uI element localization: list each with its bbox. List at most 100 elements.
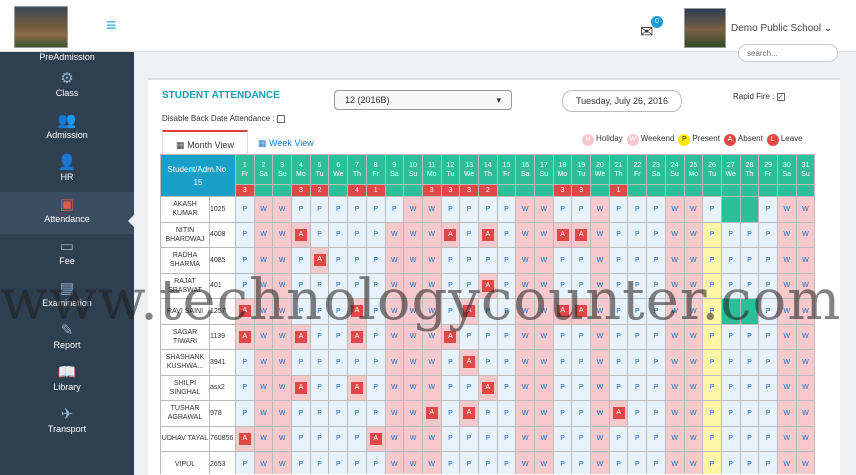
attendance-cell[interactable]: P: [309, 349, 330, 376]
attendance-cell[interactable]: P: [347, 425, 367, 452]
attendance-cell[interactable]: P: [365, 221, 386, 248]
attendance-cell[interactable]: W: [683, 451, 704, 474]
attendance-cell[interactable]: W: [253, 451, 274, 474]
attendance-cell[interactable]: P: [552, 425, 573, 452]
attendance-cell[interactable]: P: [646, 374, 666, 401]
attendance-cell[interactable]: W: [403, 374, 423, 401]
attendance-cell[interactable]: P: [477, 349, 498, 376]
attendance-cell[interactable]: P: [477, 451, 498, 474]
attendance-cell[interactable]: P: [235, 374, 255, 401]
attendance-cell[interactable]: W: [403, 221, 423, 248]
attendance-cell[interactable]: W: [776, 425, 797, 452]
attendance-cell[interactable]: W: [515, 451, 535, 474]
attendance-cell[interactable]: P: [440, 374, 461, 401]
attendance-cell[interactable]: P: [627, 221, 648, 248]
attendance-cell[interactable]: P: [496, 221, 517, 248]
attendance-cell[interactable]: W: [384, 221, 405, 248]
attendance-cell[interactable]: P: [365, 196, 386, 223]
attendance-cell[interactable]: P: [608, 349, 629, 376]
attendance-cell[interactable]: A: [347, 374, 367, 401]
attendance-cell[interactable]: P: [702, 196, 722, 223]
attendance-cell[interactable]: P: [496, 400, 517, 427]
attendance-cell[interactable]: P: [608, 451, 629, 474]
attendance-cell[interactable]: P: [496, 196, 517, 223]
attendance-cell[interactable]: P: [291, 349, 311, 376]
attendance-cell[interactable]: W: [776, 374, 797, 401]
attendance-cell[interactable]: W: [515, 374, 535, 401]
attendance-cell[interactable]: W: [272, 451, 293, 474]
attendance-cell[interactable]: W: [272, 196, 293, 223]
attendance-cell[interactable]: P: [720, 349, 741, 376]
attendance-cell[interactable]: W: [384, 400, 405, 427]
attendance-cell[interactable]: P: [347, 196, 367, 223]
attendance-cell[interactable]: W: [795, 400, 816, 427]
school-avatar[interactable]: [684, 8, 726, 48]
attendance-cell[interactable]: P: [739, 400, 760, 427]
attendance-cell[interactable]: A: [477, 374, 498, 401]
class-select[interactable]: 12 (2016B) ▾: [334, 90, 512, 110]
attendance-cell[interactable]: P: [235, 400, 255, 427]
attendance-cell[interactable]: A: [235, 425, 255, 452]
tab-week-view[interactable]: ▦ Week View: [258, 130, 314, 156]
attendance-cell[interactable]: P: [309, 374, 330, 401]
attendance-cell[interactable]: W: [776, 400, 797, 427]
attendance-cell[interactable]: P: [496, 425, 517, 452]
attendance-cell[interactable]: W: [683, 196, 704, 223]
sidebar-item-library[interactable]: 📖 Library: [0, 360, 134, 402]
attendance-cell[interactable]: P: [440, 196, 461, 223]
attendance-cell[interactable]: P: [365, 374, 386, 401]
rapid-fire-toggle[interactable]: Rapid Fire : ✓: [733, 92, 785, 101]
attendance-cell[interactable]: P: [384, 196, 405, 223]
attendance-cell[interactable]: A: [459, 400, 479, 427]
attendance-cell[interactable]: P: [627, 349, 648, 376]
attendance-cell[interactable]: W: [683, 221, 704, 248]
attendance-cell[interactable]: P: [627, 425, 648, 452]
attendance-cell[interactable]: W: [664, 451, 685, 474]
attendance-cell[interactable]: P: [571, 400, 592, 427]
attendance-cell[interactable]: W: [515, 349, 535, 376]
attendance-cell[interactable]: P: [571, 451, 592, 474]
attendance-cell[interactable]: W: [534, 400, 554, 427]
attendance-cell[interactable]: A: [440, 221, 461, 248]
attendance-cell[interactable]: A: [459, 349, 479, 376]
attendance-cell[interactable]: P: [365, 451, 386, 474]
attendance-cell[interactable]: P: [646, 221, 666, 248]
attendance-cell[interactable]: W: [590, 196, 610, 223]
date-picker[interactable]: Tuesday, July 26, 2016: [562, 90, 682, 112]
attendance-cell[interactable]: W: [795, 425, 816, 452]
attendance-cell[interactable]: A: [477, 221, 498, 248]
attendance-cell[interactable]: W: [534, 451, 554, 474]
attendance-cell[interactable]: P: [459, 196, 479, 223]
attendance-cell[interactable]: P: [235, 349, 255, 376]
attendance-cell[interactable]: P: [328, 196, 349, 223]
attendance-cell[interactable]: A: [608, 400, 629, 427]
attendance-cell[interactable]: P: [496, 451, 517, 474]
attendance-cell[interactable]: P: [309, 196, 330, 223]
attendance-cell[interactable]: P: [328, 374, 349, 401]
attendance-cell[interactable]: W: [384, 374, 405, 401]
attendance-cell[interactable]: W: [534, 221, 554, 248]
attendance-cell[interactable]: W: [384, 451, 405, 474]
attendance-cell[interactable]: P: [571, 425, 592, 452]
attendance-cell[interactable]: P: [646, 349, 666, 376]
attendance-cell[interactable]: P: [347, 221, 367, 248]
attendance-cell[interactable]: P: [571, 374, 592, 401]
sidebar-item-admission[interactable]: 👥 Admission: [0, 108, 134, 150]
attendance-cell[interactable]: P: [739, 374, 760, 401]
attendance-cell[interactable]: W: [795, 374, 816, 401]
attendance-cell[interactable]: P: [608, 196, 629, 223]
attendance-cell[interactable]: W: [403, 196, 423, 223]
attendance-cell[interactable]: P: [702, 400, 722, 427]
attendance-cell[interactable]: P: [758, 425, 778, 452]
attendance-cell[interactable]: W: [590, 400, 610, 427]
attendance-cell[interactable]: W: [272, 374, 293, 401]
attendance-cell[interactable]: W: [683, 425, 704, 452]
attendance-cell[interactable]: W: [403, 349, 423, 376]
attendance-cell[interactable]: P: [477, 400, 498, 427]
attendance-cell[interactable]: P: [702, 221, 722, 248]
attendance-cell[interactable]: P: [291, 196, 311, 223]
attendance-cell[interactable]: P: [291, 425, 311, 452]
attendance-cell[interactable]: W: [421, 451, 442, 474]
sidebar-item-attendance[interactable]: ▣ Attendance: [0, 192, 134, 234]
attendance-cell[interactable]: P: [309, 451, 330, 474]
